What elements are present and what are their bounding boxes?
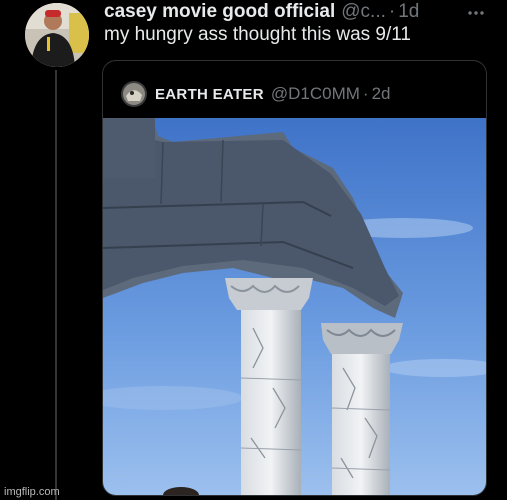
header-separator: · xyxy=(388,1,396,22)
quoted-tweet-header: EARTH EATER @D1C0MM · 2d xyxy=(121,81,476,107)
author-avatar[interactable] xyxy=(25,3,89,67)
quoted-tweet-timestamp: 2d xyxy=(371,84,391,103)
quoted-author-avatar xyxy=(121,81,147,107)
quoted-header-separator: · xyxy=(362,84,369,103)
quoted-tweet-card[interactable]: EARTH EATER @D1C0MM · 2d xyxy=(102,60,487,496)
quoted-tweet-image[interactable] xyxy=(103,118,486,495)
quoted-author-handle: @D1C0MM xyxy=(270,84,360,103)
thread-connector-line xyxy=(55,70,57,500)
author-name[interactable]: casey movie good official xyxy=(104,1,335,23)
imgflip-watermark: imgflip.com xyxy=(4,486,60,498)
tweet-body-text: my hungry ass thought this was 9/11 xyxy=(104,24,411,45)
tweet-timestamp[interactable]: 1d xyxy=(398,1,419,23)
more-options-icon[interactable] xyxy=(467,1,485,19)
quoted-author-name: EARTH EATER xyxy=(155,85,264,103)
tweet-header: casey movie good official @c... · 1d xyxy=(104,1,457,25)
author-handle[interactable]: @c... xyxy=(341,1,386,23)
